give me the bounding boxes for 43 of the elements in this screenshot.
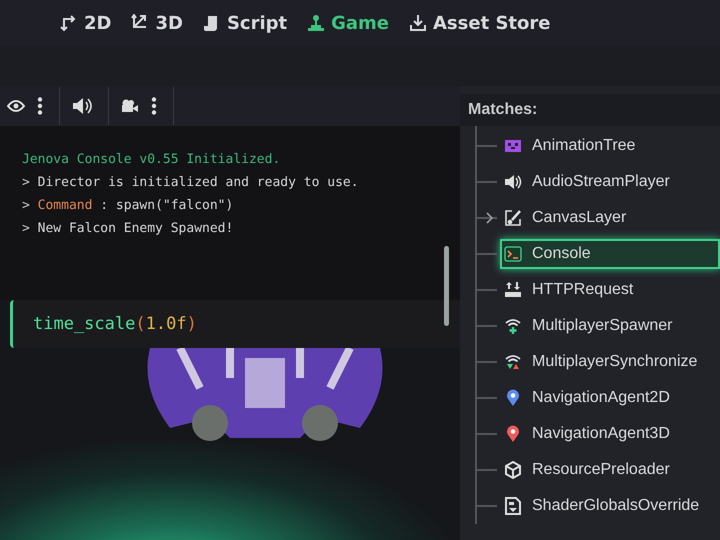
console-line: > New Falcon Enemy Spawned!	[22, 220, 234, 238]
wifi-arrows-icon	[504, 353, 522, 371]
tab[interactable]: Script	[202, 10, 288, 36]
tab[interactable]: Game	[307, 10, 389, 36]
arrow-corner-icon	[60, 14, 78, 32]
tab[interactable]: Asset Store	[409, 10, 550, 36]
tab[interactable]: 2D	[60, 10, 112, 36]
terminal-icon	[504, 245, 522, 263]
node-list-item[interactable]: MultiplayerSpawner	[500, 311, 720, 341]
console-line: > Command : spawn("falcon")	[22, 197, 234, 215]
map-pin-icon	[504, 425, 522, 443]
movie-camera-icon[interactable]	[121, 99, 139, 113]
speaker-icon	[504, 173, 522, 191]
node-list-item[interactable]: HTTPRequest	[500, 275, 720, 305]
node-list-item[interactable]: ResourcePreloader	[500, 455, 720, 485]
cube-icon	[504, 461, 522, 479]
more-icon[interactable]	[151, 97, 157, 115]
node-list-item[interactable]: Console	[500, 239, 720, 269]
scrollbar[interactable]	[444, 246, 449, 326]
tab[interactable]: 3D	[131, 10, 183, 36]
speaker-icon[interactable]	[72, 97, 92, 115]
node-tree-icon	[504, 137, 522, 155]
node-list-item[interactable]: ShaderGlobalsOverride	[500, 491, 720, 521]
node-list-item[interactable]: NavigationAgent3D	[500, 419, 720, 449]
wifi-plus-icon	[504, 317, 522, 335]
node-list-item[interactable]: NavigationAgent2D	[500, 383, 720, 413]
more-icon[interactable]	[37, 97, 43, 115]
map-pin-icon	[504, 389, 522, 407]
download-icon	[409, 14, 427, 32]
node-list-item[interactable]: CanvasLayer	[500, 203, 720, 233]
matches-heading: Matches:	[468, 101, 538, 119]
node-list-item[interactable]: AnimationTree	[500, 131, 720, 161]
node-list-item[interactable]: MultiplayerSynchronize	[500, 347, 720, 377]
up-down-arrows-icon	[504, 281, 522, 299]
node-list-item[interactable]: AudioStreamPlayer	[500, 167, 720, 197]
document-icon	[504, 497, 522, 515]
joystick-icon	[307, 14, 326, 32]
console-line: > Director is initialized and ready to use.	[22, 174, 359, 192]
console-line: Jenova Console v0.55 Initialized.	[22, 151, 280, 169]
eye-icon[interactable]	[7, 100, 25, 112]
command-input-field[interactable]: time_scale(1.0f)	[10, 300, 460, 348]
expand-caret-icon[interactable]	[486, 212, 494, 224]
brush-icon	[504, 209, 522, 227]
